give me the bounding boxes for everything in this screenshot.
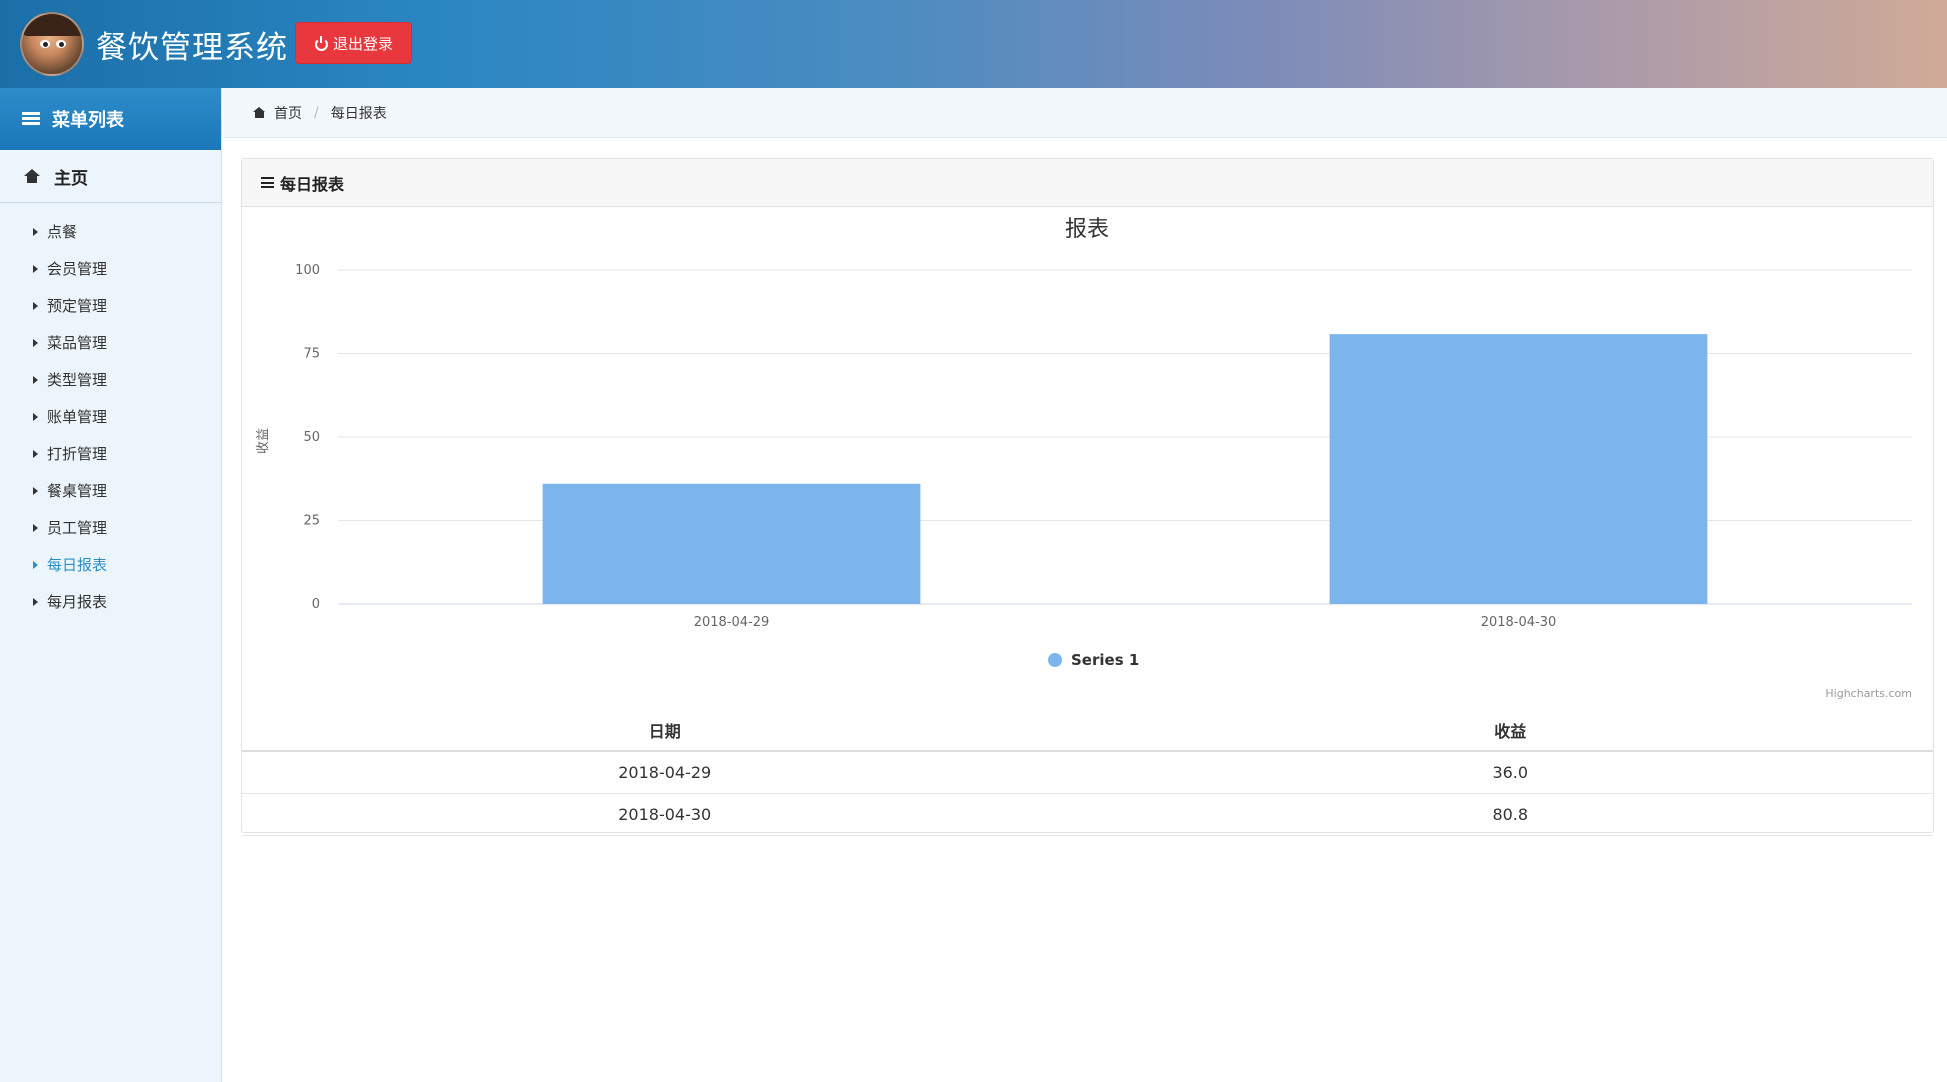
sidebar-item-1[interactable]: 点餐 [0, 213, 221, 250]
sidebar-item-label: 类型管理 [47, 371, 108, 389]
sidebar-item-3[interactable]: 预定管理 [0, 287, 221, 324]
table-row: 2018-04-29 36.0 [242, 751, 1933, 794]
caret-right-icon [33, 486, 38, 495]
sidebar-item-6[interactable]: 账单管理 [0, 398, 221, 435]
sidebar: 菜单列表 主页 点餐会员管理预定管理菜品管理类型管理账单管理打折管理餐桌管理员工… [0, 88, 222, 1082]
breadcrumb-separator: / [314, 104, 319, 121]
table-header-row: 日期 收益 [242, 709, 1933, 752]
column-header-date: 日期 [242, 709, 1088, 752]
bar[interactable] [542, 483, 921, 604]
breadcrumb: 首页 / 每日报表 [223, 88, 1947, 138]
sidebar-nav: 点餐会员管理预定管理菜品管理类型管理账单管理打折管理餐桌管理员工管理每日报表每月… [0, 203, 221, 620]
sidebar-item-label: 员工管理 [47, 519, 108, 537]
bar-chart: 报表 0 25 50 75 100 收益 2018-04-29 2018-04-30 Se… [256, 217, 1912, 700]
breadcrumb-home[interactable]: 首页 [274, 103, 302, 123]
y-tick-label: 75 [303, 347, 320, 362]
avatar [20, 12, 84, 76]
logout-label: 退出登录 [332, 34, 393, 53]
sidebar-item-10[interactable]: 每日报表 [0, 546, 221, 583]
panel-header: 每日报表 [242, 159, 1933, 207]
logout-button[interactable]: 退出登录 [295, 22, 412, 64]
y-axis-label: 收益 [256, 428, 271, 454]
column-header-revenue: 收益 [1087, 709, 1933, 752]
caret-right-icon [33, 264, 38, 273]
x-tick-label: 2018-04-29 [694, 615, 770, 630]
sidebar-item-label: 点餐 [47, 223, 78, 241]
y-tick-label: 0 [312, 597, 320, 612]
sidebar-item-7[interactable]: 打折管理 [0, 435, 221, 472]
legend-marker[interactable] [1048, 653, 1062, 667]
caret-right-icon [33, 375, 38, 384]
cell-date: 2018-04-29 [242, 751, 1088, 794]
caret-right-icon [33, 227, 38, 236]
power-icon [314, 36, 328, 51]
chart-title: 报表 [1065, 217, 1109, 242]
sidebar-item-11[interactable]: 每月报表 [0, 583, 221, 620]
bars-icon [261, 177, 274, 188]
sidebar-item-8[interactable]: 餐桌管理 [0, 472, 221, 509]
sidebar-item-4[interactable]: 菜品管理 [0, 324, 221, 361]
sidebar-item-label: 会员管理 [47, 260, 108, 278]
cell-revenue: 36.0 [1087, 751, 1933, 794]
y-tick-label: 25 [303, 514, 320, 529]
app-title: 餐饮管理系统 [96, 30, 288, 66]
list-icon [22, 112, 40, 126]
sidebar-item-5[interactable]: 类型管理 [0, 361, 221, 398]
x-tick-label: 2018-04-30 [1481, 615, 1557, 630]
menu-title-label: 菜单列表 [52, 110, 124, 131]
sidebar-item-label: 餐桌管理 [47, 482, 108, 500]
menu-title: 菜单列表 [0, 88, 221, 150]
sidebar-item-label: 每月报表 [47, 593, 108, 611]
caret-right-icon [33, 449, 38, 458]
report-table: 日期 收益 2018-04-29 36.0 2018-04-30 80.8 [242, 709, 1933, 836]
sidebar-item-label: 打折管理 [47, 445, 108, 463]
home-icon [253, 107, 266, 118]
caret-right-icon [33, 412, 38, 421]
sidebar-item-label: 每日报表 [47, 556, 108, 574]
sidebar-item-9[interactable]: 员工管理 [0, 509, 221, 546]
sidebar-item-home[interactable]: 主页 [0, 150, 221, 203]
chart-credits[interactable]: Highcharts.com [1825, 687, 1912, 700]
sidebar-item-2[interactable]: 会员管理 [0, 250, 221, 287]
top-header: 餐饮管理系统 退出登录 [0, 0, 1947, 88]
breadcrumb-current: 每日报表 [330, 105, 387, 122]
legend-label[interactable]: Series 1 [1071, 651, 1139, 669]
sidebar-item-label: 主页 [54, 168, 88, 189]
home-icon [24, 169, 40, 183]
sidebar-item-label: 预定管理 [47, 297, 108, 315]
table-row: 2018-04-30 80.8 [242, 793, 1933, 836]
caret-right-icon [33, 523, 38, 532]
y-tick-label: 50 [303, 430, 320, 445]
caret-right-icon [33, 338, 38, 347]
sidebar-item-label: 菜品管理 [47, 334, 108, 352]
cell-revenue: 80.8 [1087, 793, 1933, 836]
caret-right-icon [33, 301, 38, 310]
bar[interactable] [1329, 334, 1708, 604]
caret-right-icon [33, 597, 38, 606]
cell-date: 2018-04-30 [242, 793, 1088, 836]
caret-right-icon [33, 560, 38, 569]
panel-title: 每日报表 [280, 174, 345, 194]
report-panel: 每日报表 报表 0 25 50 75 100 收益 2018-04-29 2018-04-… [241, 158, 1934, 836]
y-tick-label: 100 [295, 263, 320, 278]
sidebar-item-label: 账单管理 [47, 408, 108, 426]
